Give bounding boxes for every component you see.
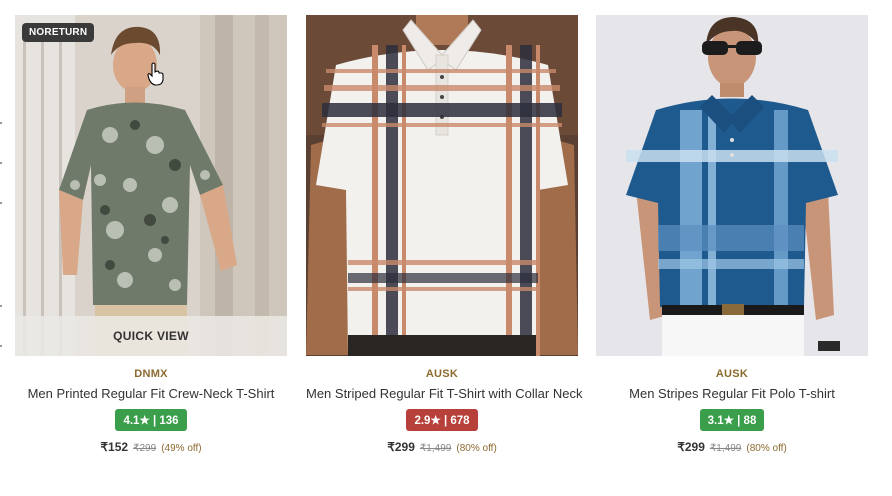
hand-cursor-icon: [147, 62, 164, 86]
discount: (49% off): [161, 443, 202, 454]
product-card[interactable]: AUSK Men Stripes Regular Fit Polo T-shir…: [596, 15, 868, 454]
product-image[interactable]: [306, 15, 578, 356]
edge-mark: [0, 345, 2, 347]
quick-view-button[interactable]: QUICK VIEW: [15, 316, 287, 356]
edge-mark: [0, 122, 2, 124]
edge-mark: [0, 162, 2, 164]
price-row: ₹299 ₹1,499 (80% off): [306, 440, 578, 454]
edge-mark: [0, 202, 2, 204]
product-brand: DNMX: [134, 368, 168, 380]
product-card[interactable]: AUSK Men Striped Regular Fit T-Shirt wit…: [306, 15, 582, 454]
price-row: ₹152 ₹299 (49% off): [15, 440, 287, 454]
price: ₹299: [677, 440, 705, 454]
product-image[interactable]: [596, 15, 868, 356]
product-brand: AUSK: [425, 368, 459, 380]
product-title[interactable]: Men Printed Regular Fit Crew-Neck T-Shir…: [15, 386, 287, 401]
rating-badge: 2.9★ | 678: [406, 409, 478, 431]
rating-badge: 4.1★ | 136: [115, 409, 187, 431]
edge-mark: [0, 305, 2, 307]
price: ₹152: [100, 440, 129, 454]
product-brand: AUSK: [715, 368, 749, 380]
rating-badge: 3.1★ | 88: [699, 409, 765, 431]
discount: (80% off): [456, 443, 497, 454]
price-row: ₹299 ₹1,499 (80% off): [596, 440, 868, 454]
price: ₹299: [387, 440, 415, 454]
product-title[interactable]: Men Striped Regular Fit T-Shirt with Col…: [306, 386, 582, 401]
product-image[interactable]: NORETURN QUICK VIEW: [15, 15, 287, 356]
mrp: ₹299: [133, 443, 157, 454]
product-card[interactable]: NORETURN QUICK VIEW DNMX Men Printed Reg…: [15, 15, 287, 454]
discount: (80% off): [746, 443, 787, 454]
noreturn-badge: NORETURN: [22, 23, 95, 42]
product-title[interactable]: Men Stripes Regular Fit Polo T-shirt: [596, 386, 868, 401]
mrp: ₹1,499: [419, 443, 452, 454]
mrp: ₹1,499: [709, 443, 742, 454]
